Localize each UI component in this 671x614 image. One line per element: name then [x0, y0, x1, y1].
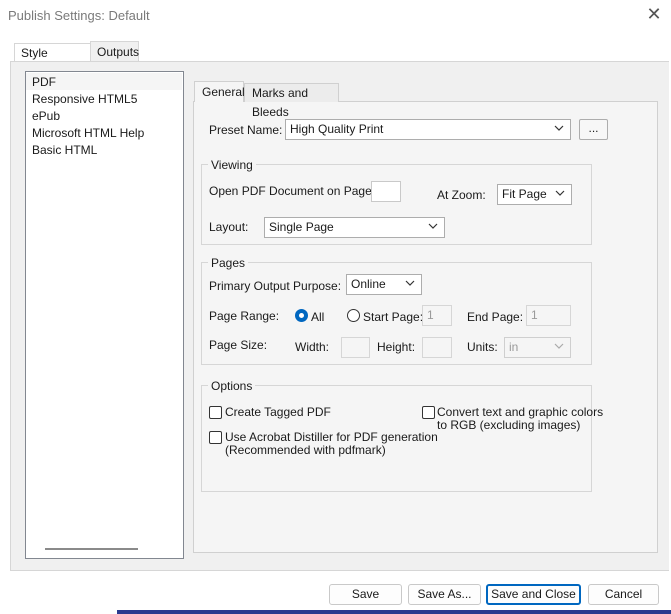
- start-page-label: Start Page:: [363, 310, 424, 324]
- end-page-input[interactable]: 1: [526, 305, 571, 326]
- convert-rgb-checkbox[interactable]: [422, 406, 435, 419]
- preset-name-value: High Quality Print: [290, 122, 384, 136]
- preset-name-select[interactable]: High Quality Print: [285, 119, 571, 140]
- units-value: in: [509, 340, 519, 354]
- tab-style-mapping[interactable]: Style Mapping: [14, 43, 90, 79]
- layout-value: Single Page: [269, 220, 334, 234]
- page-range-all-radio[interactable]: [295, 309, 308, 322]
- layout-select[interactable]: Single Page: [264, 217, 445, 238]
- output-purpose-label: Primary Output Purpose:: [209, 279, 342, 293]
- output-item-epub[interactable]: ePub: [32, 108, 60, 124]
- width-input[interactable]: [341, 337, 370, 358]
- preset-name-label: Preset Name:: [209, 123, 283, 137]
- viewing-group-title: Viewing: [208, 158, 256, 172]
- save-as-button[interactable]: Save As...: [408, 584, 481, 605]
- output-item-responsive-html5[interactable]: Responsive HTML5: [32, 91, 137, 107]
- output-purpose-select[interactable]: Online: [346, 274, 422, 295]
- end-page-label: End Page:: [467, 310, 524, 324]
- output-item-basic-html[interactable]: Basic HTML: [32, 142, 97, 158]
- save-button[interactable]: Save: [329, 584, 402, 605]
- tab-marks-and-bleeds[interactable]: Marks and Bleeds: [244, 83, 339, 119]
- zoom-select[interactable]: Fit Page: [497, 184, 572, 205]
- height-label: Height:: [377, 340, 416, 354]
- open-on-page-input[interactable]: [371, 181, 401, 202]
- chevron-down-icon: [555, 190, 565, 196]
- save-and-close-button[interactable]: Save and Close: [486, 584, 581, 605]
- open-on-page-label: Open PDF Document on Page:: [209, 184, 376, 198]
- chevron-down-icon: [428, 223, 438, 229]
- page-size-label: Page Size:: [209, 338, 268, 352]
- window-title: Publish Settings: Default: [8, 8, 150, 23]
- page-range-all-label: All: [311, 310, 325, 324]
- output-list-scrollbar[interactable]: [45, 548, 138, 550]
- layout-label: Layout:: [209, 220, 249, 234]
- tagged-pdf-checkbox[interactable]: [209, 406, 222, 419]
- pages-group-title: Pages: [208, 256, 249, 270]
- page-range-start-radio[interactable]: [347, 309, 360, 322]
- width-label: Width:: [295, 340, 330, 354]
- units-select[interactable]: in: [504, 337, 571, 358]
- convert-rgb-label: Convert text and graphic colors: [437, 405, 604, 419]
- acrobat-distiller-note: (Recommended with pdfmark): [225, 443, 386, 457]
- acrobat-distiller-checkbox[interactable]: [209, 431, 222, 444]
- zoom-value: Fit Page: [502, 187, 547, 201]
- acrobat-distiller-label: Use Acrobat Distiller for PDF generation: [225, 430, 438, 444]
- convert-rgb-note: to RGB (excluding images): [437, 418, 581, 432]
- output-item-microsoft-html-help[interactable]: Microsoft HTML Help: [32, 125, 144, 141]
- chevron-down-icon: [405, 280, 415, 286]
- options-group-title: Options: [208, 379, 256, 393]
- zoom-label: At Zoom:: [437, 188, 486, 202]
- tagged-pdf-label: Create Tagged PDF: [225, 405, 331, 419]
- units-label: Units:: [467, 340, 498, 354]
- preset-browse-button[interactable]: ...: [579, 119, 608, 140]
- background-window-edge: [117, 610, 671, 614]
- cancel-button[interactable]: Cancel: [588, 584, 659, 605]
- output-item-pdf[interactable]: PDF: [32, 74, 56, 90]
- chevron-down-icon: [554, 343, 564, 349]
- output-purpose-value: Online: [351, 277, 386, 291]
- chevron-down-icon: [554, 125, 564, 131]
- height-input[interactable]: [422, 337, 452, 358]
- tab-general[interactable]: General: [194, 81, 245, 102]
- page-range-label: Page Range:: [209, 309, 280, 323]
- start-page-input[interactable]: 1: [422, 305, 452, 326]
- close-icon[interactable]: ✕: [646, 5, 662, 23]
- tab-outputs[interactable]: Outputs: [90, 41, 139, 62]
